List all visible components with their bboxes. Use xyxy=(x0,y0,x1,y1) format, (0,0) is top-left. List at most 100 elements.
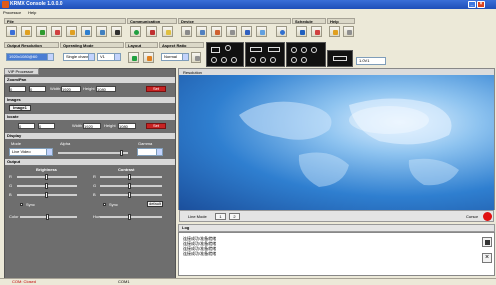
device-icon xyxy=(185,30,190,35)
color-slider[interactable] xyxy=(20,214,77,220)
gamma-select[interactable] xyxy=(137,148,163,156)
input-source-tile-2[interactable] xyxy=(245,42,285,67)
brightness-g-thumb[interactable] xyxy=(45,183,48,189)
brightness-b-slider[interactable] xyxy=(17,192,77,198)
device-config-button[interactable] xyxy=(196,26,207,37)
brightness-sync-checkbox[interactable] xyxy=(20,203,23,206)
exit-button[interactable] xyxy=(111,26,122,37)
tab-vip-processor[interactable]: VIP Processor xyxy=(4,68,39,75)
line-mode-button-2[interactable]: 2 xyxy=(229,213,240,220)
hue-thumb[interactable] xyxy=(128,214,131,220)
cursor-color-indicator[interactable] xyxy=(483,212,492,221)
device-edit-button[interactable] xyxy=(211,26,222,37)
refresh-button[interactable] xyxy=(162,26,173,37)
log-clear-button[interactable]: × xyxy=(482,253,492,263)
device-tool-button[interactable] xyxy=(226,26,237,37)
device-upload-button[interactable] xyxy=(256,26,267,37)
aspect-ratio-header: Aspect Ratio xyxy=(159,42,204,48)
menu-help[interactable]: Help xyxy=(28,10,36,15)
brightness-r-thumb[interactable] xyxy=(45,174,48,180)
menu-processor[interactable]: Processor xyxy=(3,10,21,15)
zoom-x-input[interactable]: 0 xyxy=(9,86,26,92)
device-download-button[interactable] xyxy=(241,26,252,37)
locate-y-input[interactable]: 0 xyxy=(38,123,55,129)
export-icon xyxy=(85,30,90,35)
contrast-b-slider[interactable] xyxy=(100,192,162,198)
device-info-button[interactable] xyxy=(276,26,287,37)
brightness-r-label: R xyxy=(9,174,12,179)
operating-mode-select[interactable]: Single channel xyxy=(63,53,95,61)
sdi-port-icon xyxy=(291,47,297,53)
line-mode-label: Line Mode xyxy=(188,214,207,219)
color-thumb[interactable] xyxy=(46,214,49,220)
layout-icon xyxy=(132,56,137,61)
brightness-g-slider[interactable] xyxy=(17,183,77,189)
position-field[interactable]: 1.0V1 xyxy=(356,57,386,65)
alpha-slider[interactable] xyxy=(58,150,128,156)
brightness-b-thumb[interactable] xyxy=(45,192,48,198)
locate-x-input[interactable]: 0 xyxy=(18,123,35,129)
contrast-b-thumb[interactable] xyxy=(128,192,131,198)
exit-icon xyxy=(115,30,120,35)
aspect-lock-button[interactable] xyxy=(191,52,201,63)
zoom-height-input[interactable]: 1080 xyxy=(96,86,116,92)
edit-icon xyxy=(215,30,220,35)
world-map-graphic xyxy=(239,98,459,187)
source-select[interactable]: Live Video xyxy=(9,148,53,156)
display-section-header: Display xyxy=(5,133,175,139)
locate-height-input[interactable]: 1080 xyxy=(118,123,136,129)
alpha-slider-thumb[interactable] xyxy=(120,150,123,156)
log-panel[interactable]: 连接成功!准备就绪 连接成功!准备就绪 连接成功!准备就绪 连接成功!准备就绪 … xyxy=(178,232,495,276)
window-title: KRMX Console 1.0.0.0 xyxy=(10,1,63,7)
device-search-button[interactable] xyxy=(181,26,192,37)
save-as-button[interactable] xyxy=(51,26,62,37)
contrast-sync-checkbox[interactable] xyxy=(103,203,106,206)
layout-orange-button[interactable] xyxy=(143,52,154,63)
color-label: Color xyxy=(9,214,19,219)
line-mode-button-1[interactable]: 1 xyxy=(215,213,226,220)
zoom-width-input[interactable]: 1920 xyxy=(61,86,81,92)
images-section-header: Images xyxy=(5,97,175,103)
aspect-ratio-select[interactable]: Normal xyxy=(161,53,189,61)
contrast-r-thumb[interactable] xyxy=(128,174,131,180)
brightness-r-slider[interactable] xyxy=(17,174,77,180)
zoom-set-button[interactable]: Set xyxy=(146,86,166,92)
schedule-play-button[interactable] xyxy=(311,26,322,37)
save-button[interactable] xyxy=(36,26,47,37)
contrast-r-slider[interactable] xyxy=(100,174,162,180)
input-source-tile-1[interactable] xyxy=(206,42,244,67)
input-source-tile-3[interactable] xyxy=(286,42,326,67)
schedule-list-button[interactable] xyxy=(296,26,307,37)
hue-slider[interactable] xyxy=(100,214,162,220)
source-value: Live Video xyxy=(12,149,31,154)
preview-canvas[interactable] xyxy=(179,75,494,210)
info-icon xyxy=(280,30,285,35)
image1-button[interactable]: Image1 xyxy=(9,105,31,111)
lock-icon xyxy=(195,56,200,61)
about-button[interactable] xyxy=(343,26,354,37)
open-button[interactable] xyxy=(21,26,32,37)
zoom-y-input[interactable]: 0 xyxy=(29,86,46,92)
disconnect-button[interactable] xyxy=(146,26,157,37)
display-mode-label: Mode xyxy=(11,141,22,146)
new-button[interactable] xyxy=(6,26,17,37)
input-source-tile-4[interactable] xyxy=(327,50,353,67)
audio-port-icon xyxy=(221,57,227,63)
log-save-button[interactable] xyxy=(482,237,492,247)
output-resolution-select[interactable]: 1920x1080@60 xyxy=(6,53,54,61)
contrast-g-slider[interactable] xyxy=(100,183,162,189)
help-button[interactable] xyxy=(329,26,340,37)
settings-button[interactable] xyxy=(96,26,107,37)
layout-green-button[interactable] xyxy=(128,52,139,63)
contrast-g-thumb[interactable] xyxy=(128,183,131,189)
default-button[interactable]: default xyxy=(147,201,163,207)
import-button[interactable] xyxy=(66,26,77,37)
connect-button[interactable] xyxy=(130,26,141,37)
locate-width-input[interactable]: 1920 xyxy=(83,123,101,129)
minimize-button[interactable]: _ xyxy=(468,1,476,8)
operating-mode-extra-select[interactable]: V1 xyxy=(97,53,121,61)
close-button[interactable]: × xyxy=(477,1,485,8)
export-button[interactable] xyxy=(81,26,92,37)
locate-set-button[interactable]: Set xyxy=(146,123,166,129)
tool-icon xyxy=(230,30,235,35)
